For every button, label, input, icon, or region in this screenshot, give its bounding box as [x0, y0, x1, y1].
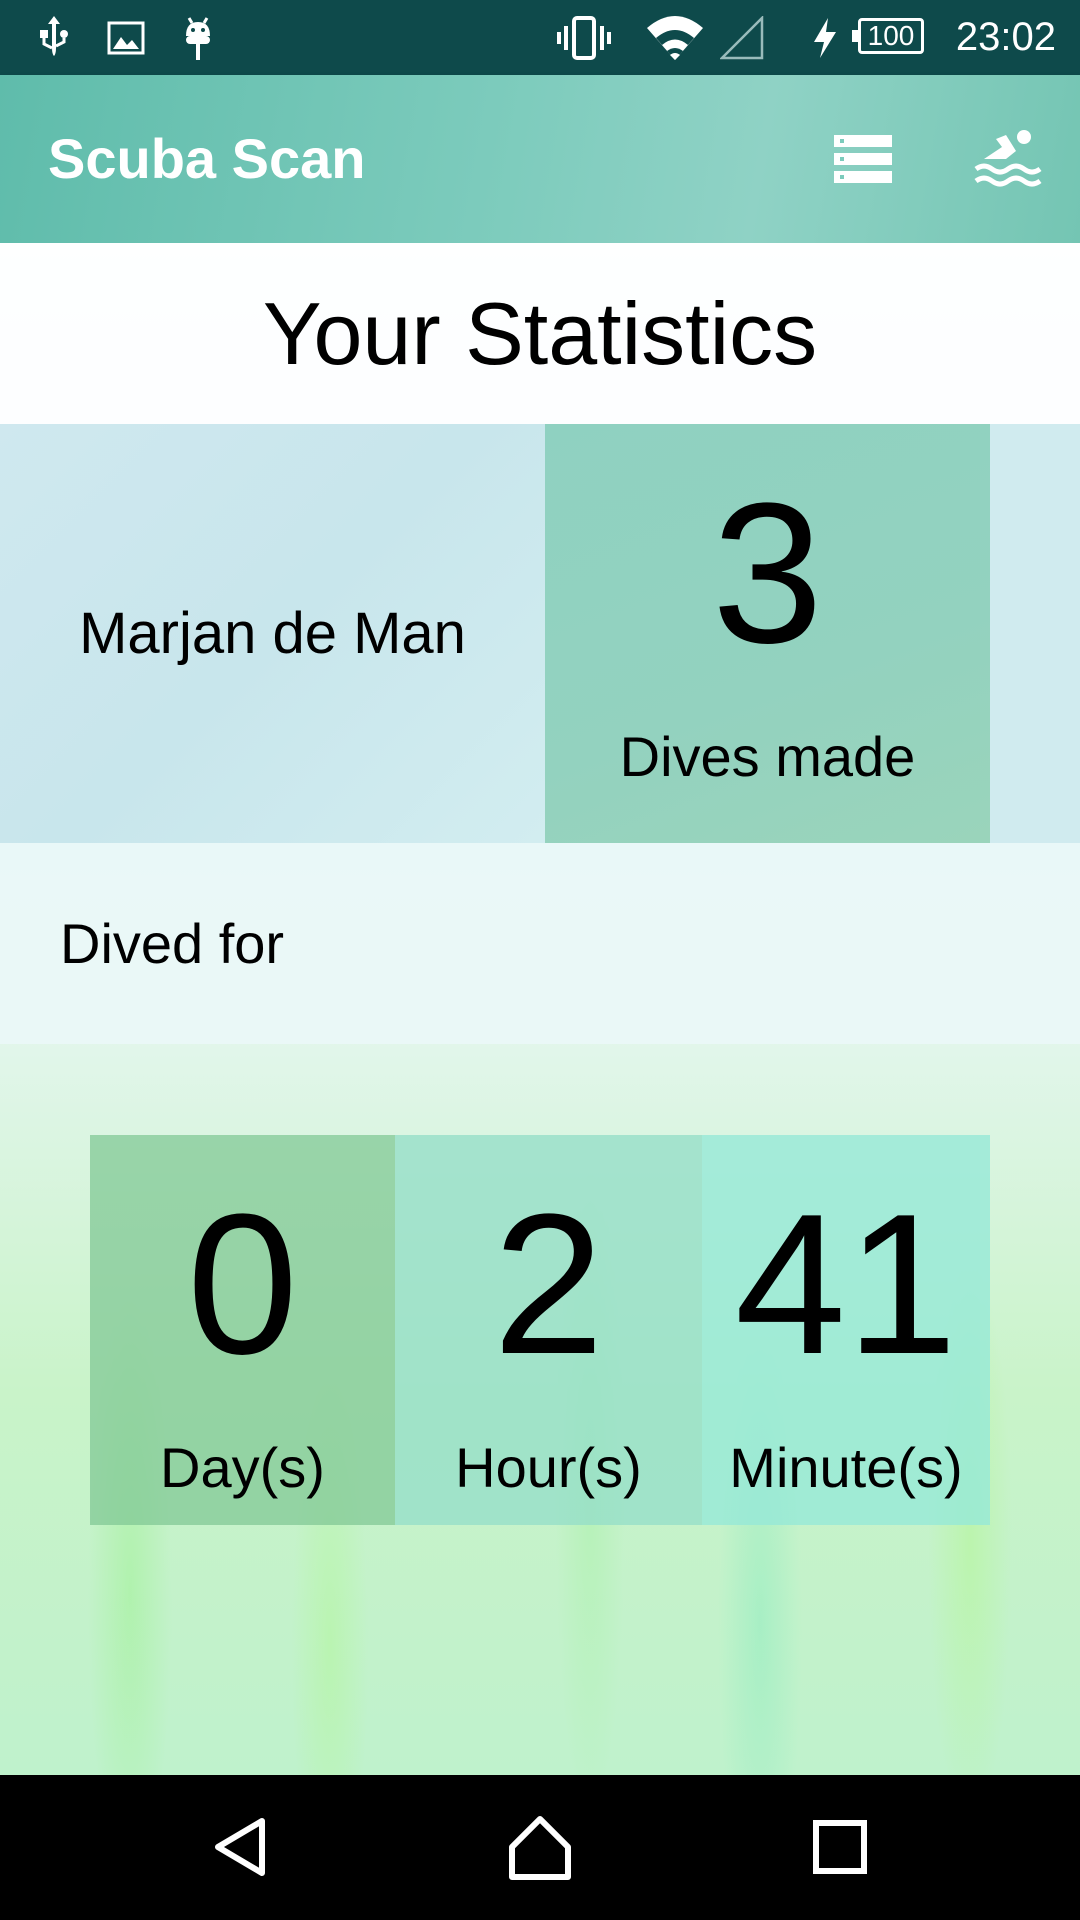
- navigation-bar: [0, 1775, 1080, 1920]
- vibrate-icon: [554, 12, 614, 64]
- days-value: 0: [186, 1173, 299, 1396]
- usb-icon: [30, 12, 78, 64]
- app-bar: Scuba Scan: [0, 75, 1080, 243]
- days-tile: 0 Day(s): [90, 1135, 395, 1525]
- title-band: Your Statistics: [0, 243, 1080, 424]
- diver-name: Marjan de Man: [79, 601, 466, 666]
- dived-for-band: Dived for: [0, 843, 1080, 1044]
- hours-value: 2: [492, 1173, 605, 1396]
- clock: 23:02: [955, 15, 1056, 59]
- dives-label: Dives made: [619, 725, 916, 788]
- swimmer-icon[interactable]: [972, 125, 1042, 195]
- statistics-screen: Your Statistics Marjan de Man 3 Dives ma…: [0, 243, 1080, 1775]
- dives-count: 3: [711, 462, 824, 685]
- hours-tile: 2 Hour(s): [395, 1135, 702, 1525]
- signal-icon: [718, 12, 766, 64]
- image-icon: [104, 12, 148, 64]
- list-icon[interactable]: [828, 125, 898, 195]
- home-icon[interactable]: [500, 1807, 580, 1887]
- dived-for-label: Dived for: [60, 912, 285, 975]
- app-title: Scuba Scan: [48, 127, 366, 190]
- back-icon[interactable]: [200, 1807, 280, 1887]
- dives-made-tile: 3 Dives made: [545, 424, 990, 843]
- decorative-strip: [990, 424, 1080, 843]
- minutes-label: Minute(s): [729, 1436, 963, 1499]
- recents-icon[interactable]: [800, 1807, 880, 1887]
- android-debug-icon: [176, 12, 220, 64]
- wifi-icon: [644, 12, 706, 64]
- status-bar: 100 23:02: [0, 0, 1080, 75]
- charging-icon: [808, 12, 842, 64]
- minutes-value: 41: [734, 1173, 958, 1396]
- page-title: Your Statistics: [262, 284, 818, 383]
- minutes-tile: 41 Minute(s): [702, 1135, 990, 1525]
- hours-label: Hour(s): [455, 1436, 642, 1499]
- days-label: Day(s): [160, 1436, 325, 1499]
- diver-name-cell: Marjan de Man: [0, 424, 545, 843]
- battery-level: 100: [852, 18, 924, 54]
